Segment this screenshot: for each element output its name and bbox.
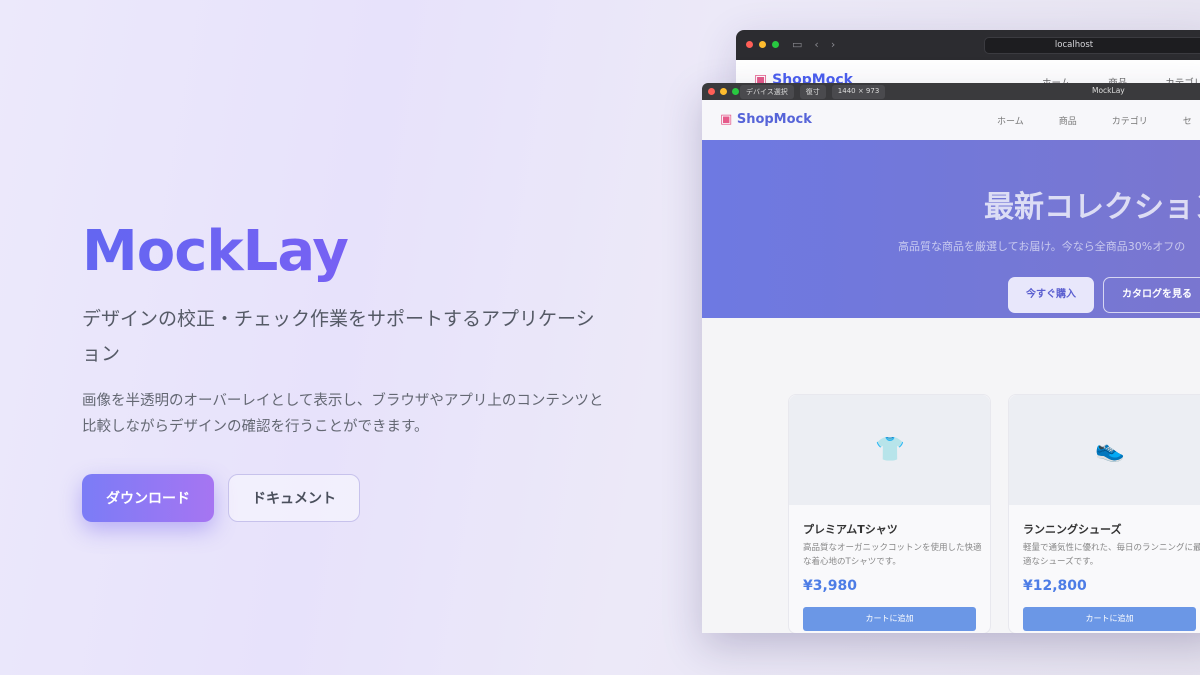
tshirt-icon: 👕 <box>875 435 905 463</box>
app-subtitle: デザインの校正・チェック作業をサポートするアプリケーション <box>82 308 595 365</box>
product-card-front: 👕 プレミアムTシャツ 高品質なオーガニックコットンを使用した快適な着心地のTシ… <box>788 394 991 633</box>
forward-arrow-icon[interactable]: › <box>831 38 835 51</box>
catalog-button-front: カタログを見る <box>1103 277 1200 313</box>
minimize-icon[interactable] <box>720 88 727 95</box>
app-title: MockLay <box>82 220 612 284</box>
close-icon[interactable] <box>708 88 715 95</box>
window-controls <box>746 41 779 48</box>
site-nav-front: ホーム 商品 カテゴリ セ <box>997 114 1192 127</box>
product-name: プレミアムTシャツ <box>803 523 898 536</box>
nav-sale: セ <box>1182 117 1192 127</box>
close-icon[interactable] <box>746 41 753 48</box>
download-button[interactable]: ダウンロード <box>82 474 214 522</box>
sidebar-icon[interactable]: ▭ <box>792 38 802 51</box>
nav-products: 商品 <box>1058 117 1077 127</box>
overlay-window-controls <box>708 88 739 95</box>
product-name: ランニングシューズ <box>1023 523 1122 536</box>
address-bar[interactable]: localhost <box>984 37 1200 54</box>
restore-size-button[interactable]: 復寸 <box>799 85 826 99</box>
product-desc: 高品質なオーガニックコットンを使用した快適な着心地のTシャツです。 <box>803 543 982 567</box>
shoe-icon: 👟 <box>1095 435 1125 463</box>
hero-title-front: 最新コレクション <box>984 190 1200 225</box>
device-select[interactable]: デバイス選択 <box>740 85 794 99</box>
site-logo-text: ShopMock <box>736 112 812 127</box>
product-desc: 軽量で通気性に優れた、毎日のランニングに最適なシューズです。 <box>1023 543 1200 567</box>
browser-nav-icons: ▭ ‹ › <box>792 38 835 51</box>
site-logo-front: ▣ ShopMock <box>720 112 812 127</box>
product-image: 👟 <box>1009 395 1200 505</box>
hero-section: MockLay デザインの校正・チェック作業をサポートするアプリケーション 画像… <box>82 220 612 522</box>
browser-toolbar: ▭ ‹ › localhost <box>736 30 1200 60</box>
minimize-icon[interactable] <box>759 41 766 48</box>
overlay-toolbar: デバイス選択 復寸 1440 × 973 MockLay <box>702 83 1200 100</box>
product-price: ¥12,800 <box>1023 578 1087 594</box>
product-price: ¥3,980 <box>803 578 858 594</box>
nav-category: カテゴリ <box>1111 117 1148 127</box>
overlay-controls: デバイス選択 復寸 1440 × 973 <box>740 85 886 99</box>
product-card-front: 👟 ランニングシューズ 軽量で通気性に優れた、毎日のランニングに最適なシューズで… <box>1008 394 1200 633</box>
add-to-cart-button: カートに追加 <box>1023 607 1196 631</box>
overlay-window[interactable]: デバイス選択 復寸 1440 × 973 MockLay ▣ ShopMock … <box>702 83 1200 633</box>
app-description: 画像を半透明のオーバーレイとして表示し、ブラウザやアプリ上のコンテンツと比較しな… <box>82 393 604 435</box>
site-header-front: ▣ ShopMock ホーム 商品 カテゴリ セ <box>702 100 1200 140</box>
shopping-bag-icon: ▣ <box>720 112 733 127</box>
hero-sub-front: 高品質な商品を厳選してお届け。今なら全商品30%オフの <box>898 240 1186 253</box>
cta-buttons: ダウンロード ドキュメント <box>82 474 612 522</box>
product-image: 👕 <box>789 395 990 505</box>
back-arrow-icon[interactable]: ‹ <box>814 38 818 51</box>
site-hero-front: 最新コレクション 高品質な商品を厳選してお届け。今なら全商品30%オフの 今すぐ… <box>702 140 1200 318</box>
nav-home: ホーム <box>997 117 1024 127</box>
buy-button-front: 今すぐ購入 <box>1008 277 1094 313</box>
size-display: 1440 × 973 <box>831 85 886 99</box>
add-to-cart-button: カートに追加 <box>803 607 976 631</box>
maximize-icon[interactable] <box>732 88 739 95</box>
docs-button[interactable]: ドキュメント <box>228 474 360 522</box>
maximize-icon[interactable] <box>772 41 779 48</box>
overlay-title: MockLay <box>1092 86 1125 95</box>
